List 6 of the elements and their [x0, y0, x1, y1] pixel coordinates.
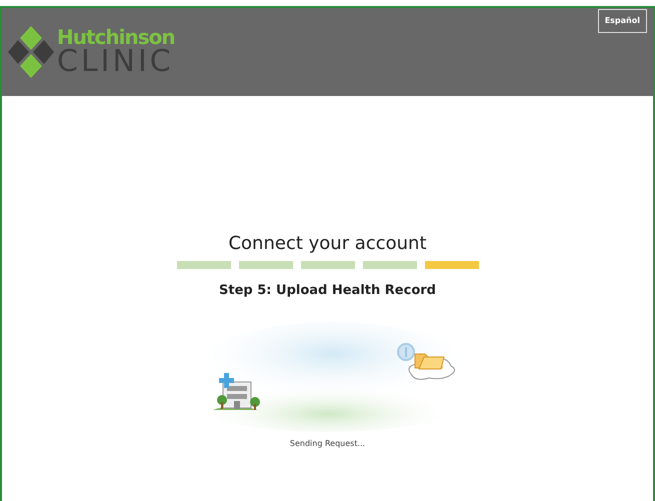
step-label: Step 5: Upload Health Record: [219, 282, 436, 300]
logo-icon: [8, 24, 54, 80]
page-title: Connect your account: [228, 233, 427, 255]
language-button[interactable]: Español: [598, 9, 647, 33]
logo-text: Hutchinson: [57, 27, 175, 47]
status-text: Sending Request...: [290, 438, 366, 450]
